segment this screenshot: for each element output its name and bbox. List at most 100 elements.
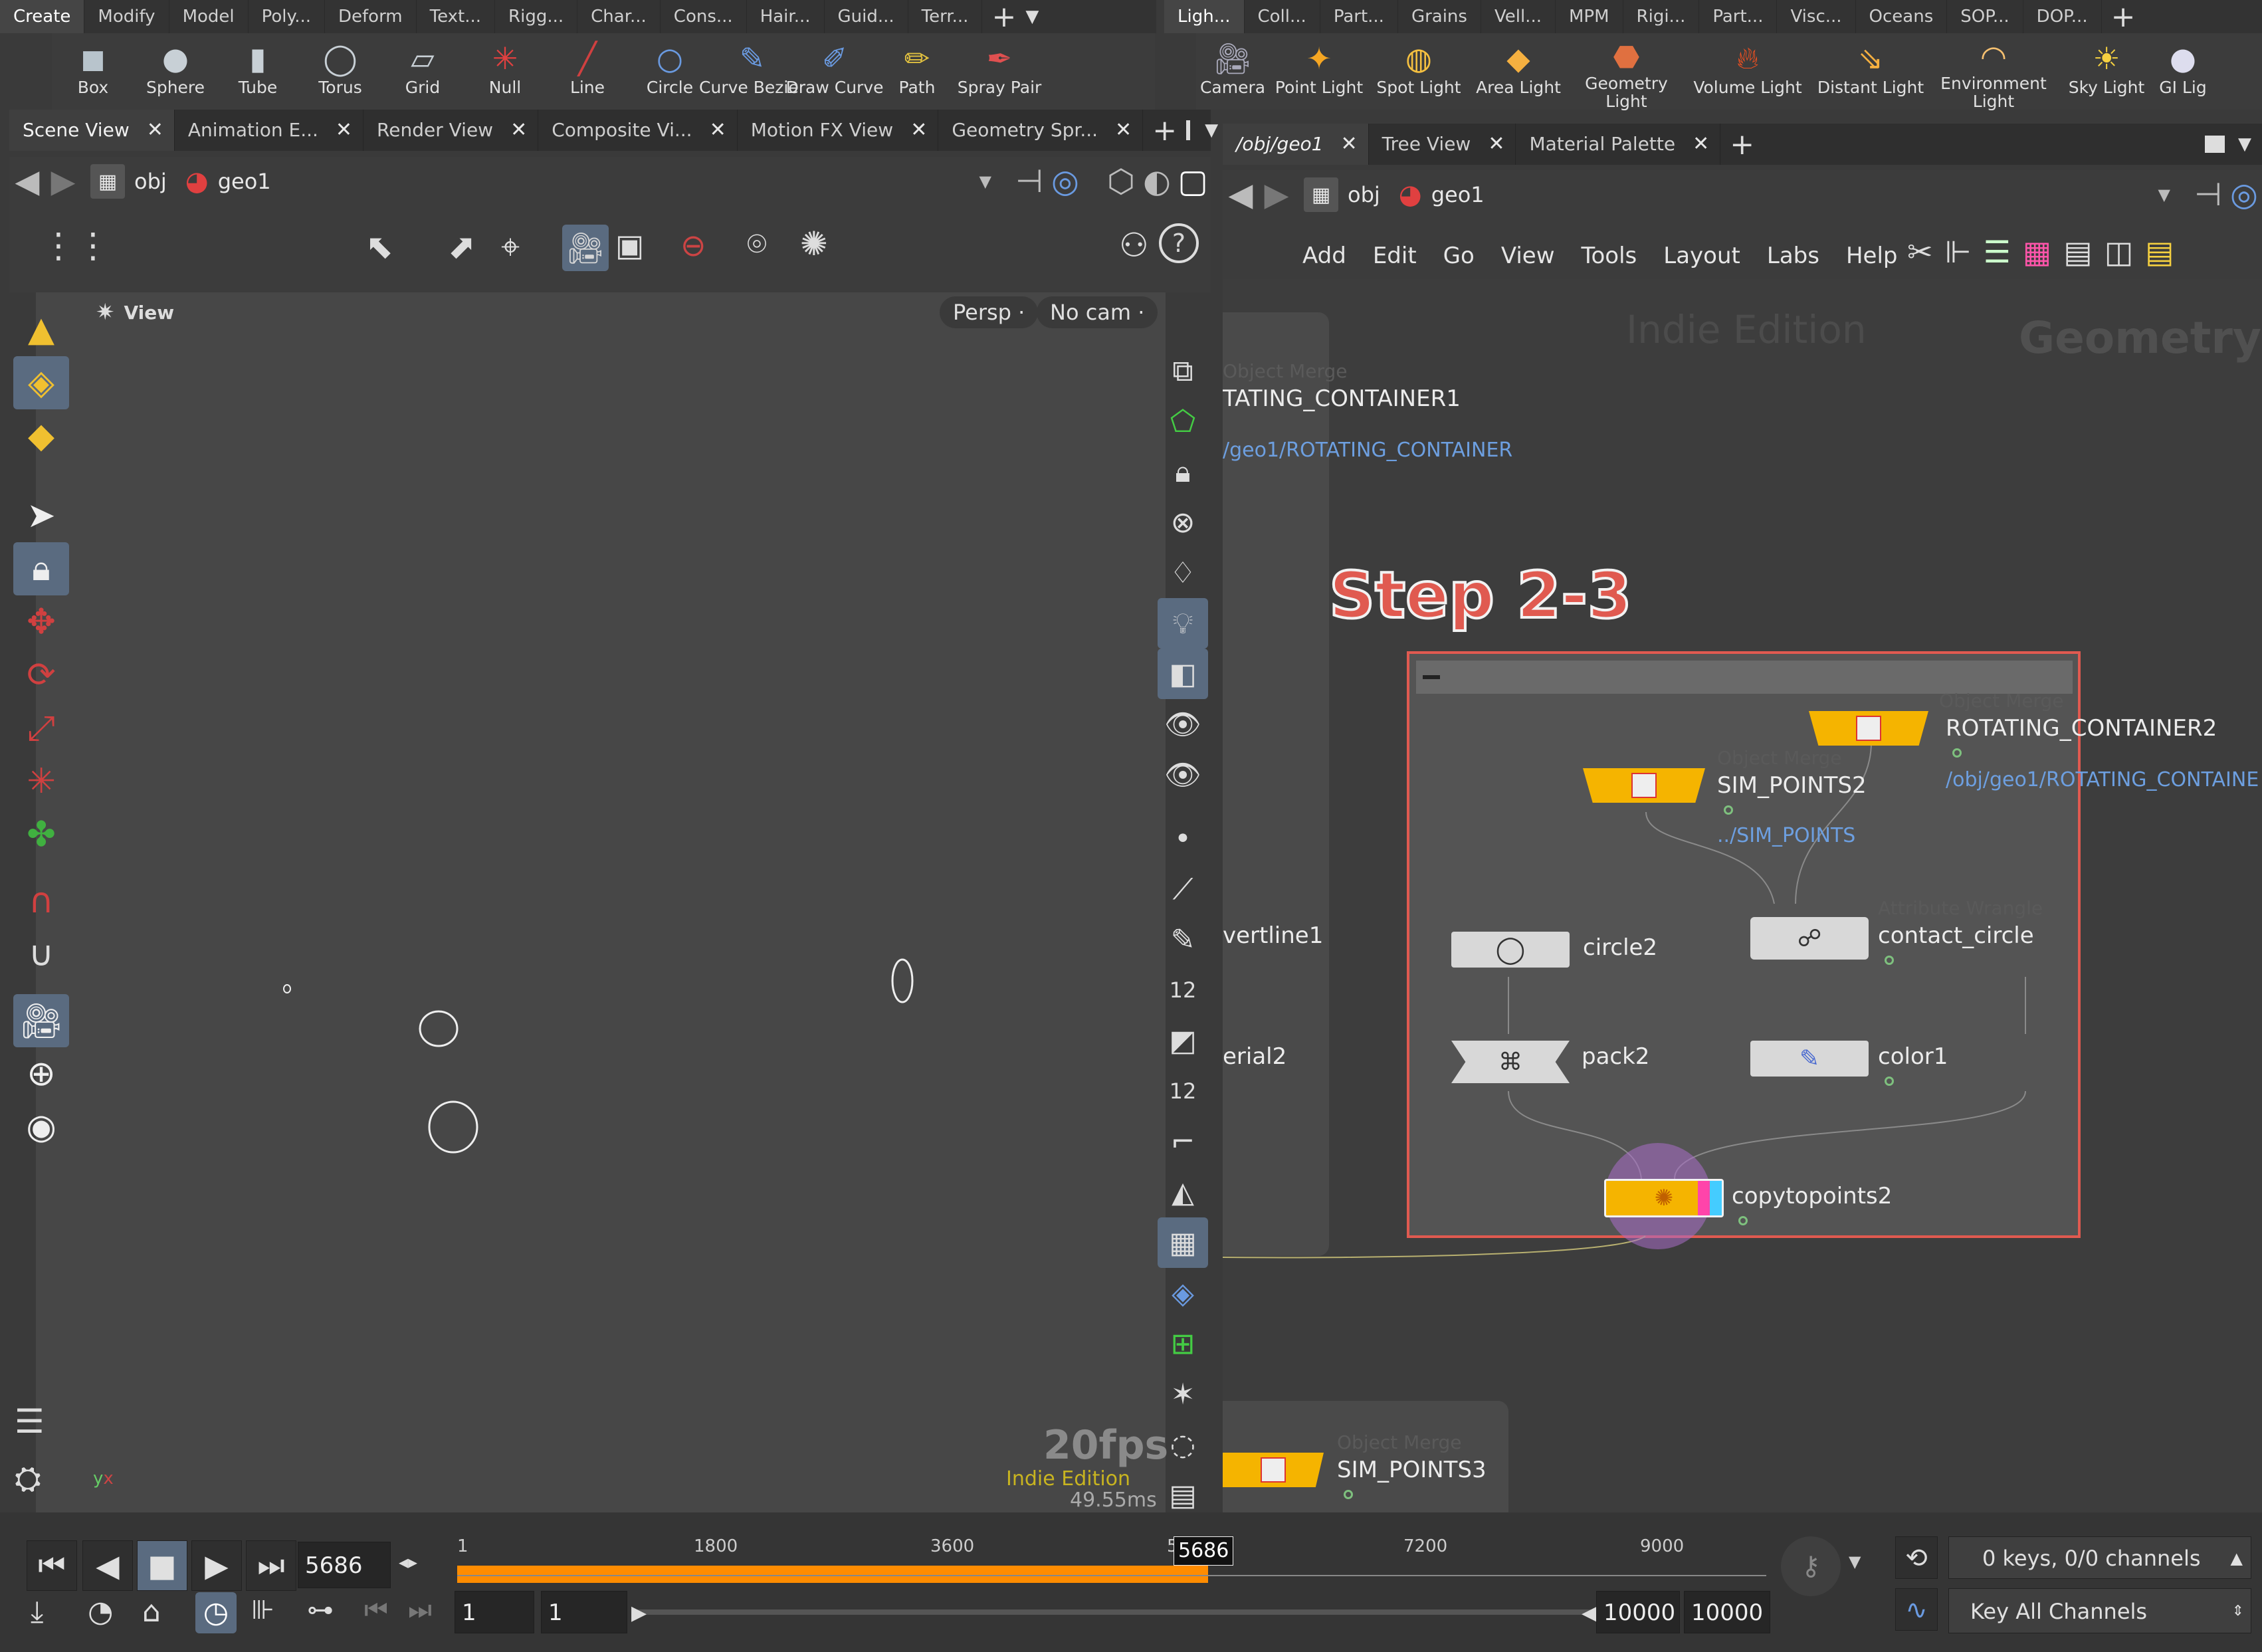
node-circle2[interactable]: circle2 xyxy=(1583,934,1657,961)
tab-network-geo1[interactable]: /obj/geo1 ✕ xyxy=(1223,124,1369,165)
play-button[interactable]: ▶ xyxy=(191,1540,242,1591)
shelf-tab-visc[interactable]: Visc... xyxy=(1777,0,1856,33)
tool-torus[interactable]: ◯ Torus xyxy=(299,33,381,110)
shelf-tab-poly[interactable]: Poly... xyxy=(249,0,325,33)
add-shelf-tab-right-button[interactable]: + xyxy=(2102,0,2145,34)
tool-draw-curve[interactable]: ✐ Draw Curve xyxy=(786,33,884,110)
shelf-tab-rigi[interactable]: Rigi... xyxy=(1623,0,1700,33)
shelf-tab-oceans[interactable]: Oceans xyxy=(1856,0,1948,33)
ghost-icon[interactable]: ⊗ xyxy=(1158,497,1208,548)
apps-grid-icon[interactable]: ⋮⋮ xyxy=(41,226,110,266)
grid-display-icon[interactable]: ◌ xyxy=(1158,1419,1208,1470)
tool-distant-light[interactable]: ⇘ Distant Light xyxy=(1811,33,1930,110)
breadcrumb-obj[interactable]: ▦ obj xyxy=(1294,177,1389,212)
key-all-channels-button[interactable]: Key All Channels ⇕ xyxy=(1948,1588,2251,1633)
dynamics-mode-icon[interactable]: ◆ xyxy=(13,409,69,463)
shading-icon[interactable]: ◐ xyxy=(1139,163,1175,200)
slider-icon[interactable]: ⊶ xyxy=(307,1595,334,1625)
node-rotating-container2[interactable]: ROTATING_CONTAINER2 xyxy=(1946,715,2217,742)
color-palette-icon[interactable]: ▦ xyxy=(2023,234,2051,270)
tool-area-light[interactable]: ◆ Area Light xyxy=(1469,33,1568,110)
key-icon[interactable]: ⚷ xyxy=(1781,1536,1841,1596)
shelf-tab-model[interactable]: Model xyxy=(169,0,249,33)
layout-icon[interactable]: ◫ xyxy=(2105,234,2133,270)
pane-menu-chevron-icon[interactable]: ▼ xyxy=(2238,134,2262,154)
shelf-tab-part[interactable]: Part... xyxy=(1320,0,1398,33)
stop-button[interactable]: ■ xyxy=(137,1540,187,1591)
playhead-marker[interactable]: 5686 xyxy=(1174,1536,1234,1566)
tab-render-view[interactable]: Render View ✕ xyxy=(363,110,539,151)
tool-null[interactable]: ✳ Null xyxy=(464,33,546,110)
magnet-icon[interactable]: ∩ xyxy=(13,875,69,928)
shelf-tab-lights[interactable]: Ligh... xyxy=(1164,0,1245,33)
shelf-tab-deform[interactable]: Deform xyxy=(325,0,417,33)
display-flag-icon[interactable] xyxy=(1698,1181,1722,1215)
back-arrow-icon[interactable]: ◀ xyxy=(9,163,45,200)
visibility-icon[interactable]: 👁︎ xyxy=(1158,699,1208,750)
breadcrumb-obj[interactable]: ▦ obj xyxy=(81,164,176,199)
tool-tube[interactable]: ▮ Tube xyxy=(217,33,299,110)
range-handle-left-icon[interactable]: ▶ xyxy=(631,1601,647,1625)
graph-icon[interactable]: ∿ xyxy=(1895,1588,1938,1631)
geometry-mode-icon[interactable]: ◈ xyxy=(13,356,69,409)
current-frame-field[interactable]: 5686 xyxy=(298,1542,391,1588)
jump-start-button[interactable]: ⏮ xyxy=(27,1540,77,1591)
normal-display-icon[interactable]: ⟋ xyxy=(1158,864,1208,914)
node-contact-circle[interactable]: contact_circle xyxy=(1878,922,2034,949)
camera-tool-icon[interactable]: 🎥︎ xyxy=(13,994,69,1047)
select-arrow-icon[interactable]: ➤ xyxy=(13,489,69,542)
tab-animation-editor[interactable]: Animation E... ✕ xyxy=(175,110,364,151)
path-dropdown-icon[interactable]: ▼ xyxy=(979,172,1011,191)
layers-icon[interactable]: ⧉ xyxy=(1158,346,1208,396)
geometry-display-icon[interactable]: ⬠ xyxy=(1158,396,1208,447)
transform-icon[interactable]: ✤ xyxy=(13,808,69,861)
tree-icon[interactable]: ⊩ xyxy=(1945,234,1972,270)
tab-geometry-spreadsheet[interactable]: Geometry Spr... ✕ xyxy=(938,110,1144,151)
range-end-field[interactable]: 10000 xyxy=(1684,1591,1770,1633)
scene-viewport[interactable]: ✷ View Persp · No cam · 20fps Indie Editi… xyxy=(36,292,1168,1512)
view-cube-icon[interactable]: ⬡ xyxy=(1103,163,1139,200)
tool-curve-bezier[interactable]: ✎ Curve Bezier xyxy=(699,33,805,110)
pin-icon[interactable]: ⊣ xyxy=(1011,163,1047,200)
menu-help[interactable]: Help xyxy=(1833,243,1911,269)
wrench-icon[interactable]: ✂ xyxy=(1907,234,1933,270)
close-icon[interactable]: ✕ xyxy=(336,110,352,151)
node-sim-points2-tile[interactable] xyxy=(1583,768,1705,803)
camera-visibility-icon[interactable]: 👁︎ xyxy=(1158,750,1208,800)
forward-arrow-icon[interactable]: ▶ xyxy=(1259,176,1294,213)
range-handle-right-icon[interactable]: ◀ xyxy=(1582,1601,1597,1625)
node-copytopoints2[interactable]: copytopoints2 xyxy=(1732,1183,1892,1209)
ruler-icon[interactable]: ⊪ xyxy=(251,1595,274,1625)
pin-icon[interactable]: ⊣ xyxy=(2190,176,2226,213)
node-sim-points3[interactable]: SIM_POINTS3 xyxy=(1337,1457,1487,1483)
select-points-icon[interactable]: ⬈ xyxy=(448,227,476,266)
link-icon[interactable]: ◎ xyxy=(2226,176,2262,213)
disk-icon[interactable]: ⛭ xyxy=(15,1459,41,1498)
step-frame-icon[interactable]: ◂▸ xyxy=(399,1551,417,1573)
node-rotating-container2-tile[interactable] xyxy=(1809,711,1928,746)
lighting-icon[interactable]: 💡︎ xyxy=(1158,598,1208,649)
guide-icon[interactable]: ⊞ xyxy=(1158,1318,1208,1369)
close-icon[interactable]: ✕ xyxy=(147,110,163,151)
point-numbers-icon[interactable]: 12 xyxy=(1158,965,1208,1015)
stop-render-icon[interactable]: ⊖ xyxy=(680,227,706,263)
prim-icon[interactable]: ◩ xyxy=(1158,1015,1208,1066)
menu-view[interactable]: View xyxy=(1488,243,1568,269)
tool-point-light[interactable]: ✦ Point Light xyxy=(1269,33,1369,110)
close-icon[interactable]: ✕ xyxy=(1693,124,1709,165)
audio-icon[interactable]: ◔ xyxy=(88,1595,113,1629)
tool-line[interactable]: ╱ Line xyxy=(546,33,629,110)
shape-palette-icon[interactable]: ▤ xyxy=(2063,234,2092,270)
shelf-tab-cons[interactable]: Cons... xyxy=(661,0,747,33)
help-icon[interactable]: ? xyxy=(1159,223,1199,263)
shelf-tab-create[interactable]: Create xyxy=(0,0,85,33)
close-icon[interactable]: ✕ xyxy=(1115,110,1132,151)
tool-circle[interactable]: ○ Circle xyxy=(629,33,711,110)
shelf-tab-mpm[interactable]: MPM xyxy=(1556,0,1623,33)
shelf-tab-part2[interactable]: Part... xyxy=(1699,0,1778,33)
select-icon[interactable]: ⬉ xyxy=(365,227,393,266)
tool-geometry-light[interactable]: ⬣ Geometry Light xyxy=(1568,33,1685,110)
network-editor[interactable]: Indie Edition Geometry Object Merge TATI… xyxy=(1223,279,2262,1512)
maximize-icon[interactable] xyxy=(2205,136,2225,153)
menu-labs[interactable]: Labs xyxy=(1754,243,1833,269)
